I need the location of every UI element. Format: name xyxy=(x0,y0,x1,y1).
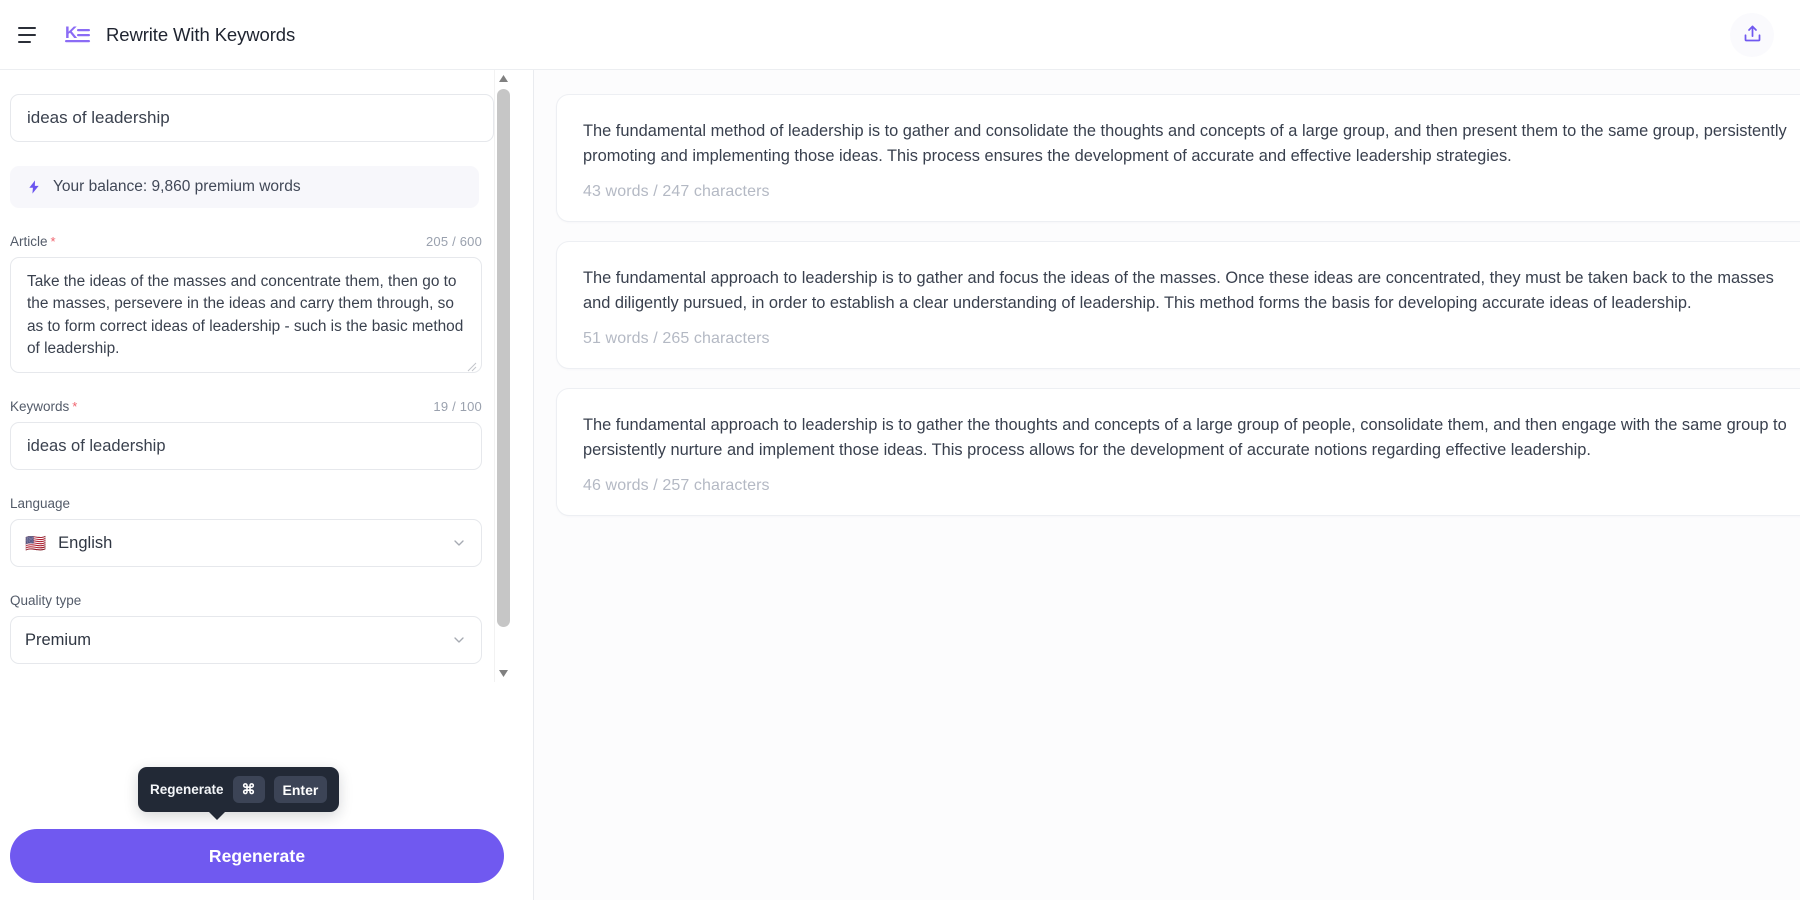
keywords-label-row: Keywords * 19 / 100 xyxy=(10,399,482,414)
form-scrollbar[interactable] xyxy=(494,70,513,682)
body-split: ideas of leadership Your balance: 9,860 … xyxy=(0,70,1800,900)
keywords-label: Keywords * xyxy=(10,399,78,414)
article-label: Article * xyxy=(10,234,56,249)
svg-text:K: K xyxy=(65,23,78,42)
article-label-row: Article * 205 / 600 xyxy=(10,234,482,249)
result-card[interactable]: The fundamental approach to leadership i… xyxy=(556,387,1800,516)
required-asterisk: * xyxy=(50,234,56,249)
lightning-bolt-icon xyxy=(26,179,42,195)
keywords-logo-icon: K xyxy=(64,20,94,50)
scroll-down-arrow-icon[interactable] xyxy=(494,665,513,682)
language-value: English xyxy=(58,533,113,552)
article-text: Take the ideas of the masses and concent… xyxy=(27,273,464,358)
result-meta: 46 words / 257 characters xyxy=(583,476,770,494)
form-scroll-area: ideas of leadership Your balance: 9,860 … xyxy=(0,70,533,812)
result-text: The fundamental approach to leadership i… xyxy=(583,268,1774,312)
app-header: K Rewrite With Keywords xyxy=(0,0,1800,70)
result-card[interactable]: The fundamental approach to leadership i… xyxy=(556,240,1800,369)
balance-text: Your balance: 9,860 premium words xyxy=(53,178,301,195)
resize-grip-icon[interactable] xyxy=(465,357,477,372)
chevron-down-icon xyxy=(451,535,467,551)
result-meta: 43 words / 247 characters xyxy=(583,182,770,200)
result-text: The fundamental method of leadership is … xyxy=(583,122,1787,165)
quality-value: Premium xyxy=(25,630,92,649)
tooltip-arrow xyxy=(208,811,226,820)
hamburger-bar xyxy=(18,40,31,43)
kbd-command-key: ⌘ xyxy=(232,776,265,803)
form-footer: Regenerate xyxy=(0,812,533,900)
result-meta: 51 words / 265 characters xyxy=(583,329,770,347)
hamburger-icon[interactable] xyxy=(10,18,44,52)
chevron-down-icon xyxy=(451,632,467,648)
required-asterisk: * xyxy=(72,399,78,414)
keywords-input[interactable]: ideas of leadership xyxy=(10,422,482,470)
tooltip-label: Regenerate xyxy=(150,782,224,797)
quality-label: Quality type xyxy=(10,593,82,608)
keywords-counter: 19 / 100 xyxy=(433,399,482,414)
article-textarea[interactable]: Take the ideas of the masses and concent… xyxy=(10,257,482,373)
article-counter: 205 / 600 xyxy=(425,234,482,249)
hamburger-bar xyxy=(18,33,36,36)
balance-banner: Your balance: 9,860 premium words xyxy=(10,166,479,208)
share-upload-icon xyxy=(1742,23,1763,47)
form-fields: ideas of leadership Your balance: 9,860 … xyxy=(0,70,533,664)
form-panel: ideas of leadership Your balance: 9,860 … xyxy=(0,70,534,900)
regenerate-tooltip: Regenerate ⌘ Enter xyxy=(138,767,340,820)
scroll-up-arrow-icon[interactable] xyxy=(494,70,513,87)
scrollbar-thumb[interactable] xyxy=(496,89,510,627)
brand: K Rewrite With Keywords xyxy=(64,20,295,50)
app-root: K Rewrite With Keywords ideas of leaders… xyxy=(0,0,1800,900)
scrollbar-track[interactable] xyxy=(494,87,513,665)
results-panel: The fundamental method of leadership is … xyxy=(534,70,1800,900)
quality-select[interactable]: Premium xyxy=(10,616,482,664)
result-card[interactable]: The fundamental method of leadership is … xyxy=(556,94,1800,222)
us-flag-icon: 🇺🇸 xyxy=(25,533,47,553)
page-title: Rewrite With Keywords xyxy=(106,23,296,45)
language-label: Language xyxy=(10,496,71,511)
title-input[interactable]: ideas of leadership xyxy=(10,94,494,142)
share-button[interactable] xyxy=(1730,12,1774,57)
language-select[interactable]: 🇺🇸 English xyxy=(10,519,482,567)
kbd-enter-key: Enter xyxy=(273,776,328,803)
regenerate-button[interactable]: Regenerate xyxy=(10,829,504,883)
hamburger-bar xyxy=(18,26,36,29)
result-text: The fundamental approach to leadership i… xyxy=(583,415,1787,459)
